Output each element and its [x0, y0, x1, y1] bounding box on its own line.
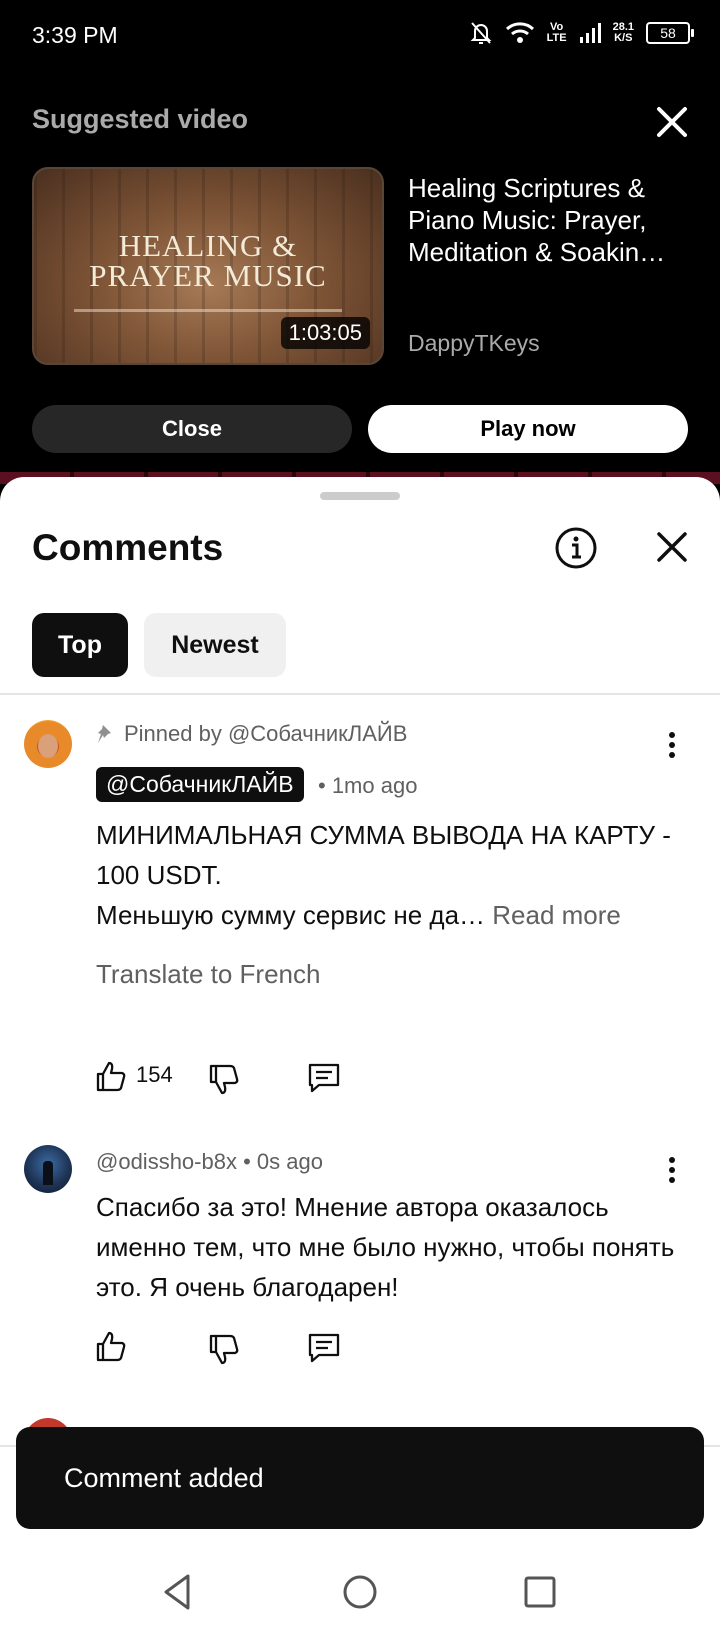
back-icon[interactable]: [154, 1568, 202, 1616]
avatar[interactable]: [24, 1145, 72, 1193]
pinned-by-text: Pinned by @СобачникЛАЙВ: [124, 721, 408, 746]
comment-author[interactable]: @СобачникЛАЙВ: [96, 767, 304, 802]
video-duration: 1:03:05: [280, 317, 370, 349]
status-time: 3:39 PM: [32, 22, 118, 48]
play-now-button[interactable]: Play now: [368, 405, 688, 453]
video-title[interactable]: Healing Scriptures & Piano Music: Prayer…: [408, 172, 688, 268]
suggested-heading: Suggested video: [32, 104, 249, 134]
read-more-link[interactable]: Read more: [492, 900, 621, 930]
divider: [0, 693, 720, 695]
like-count: 154: [136, 1062, 173, 1087]
comments-title: Comments: [32, 527, 224, 568]
dislike-icon[interactable]: [207, 1063, 241, 1097]
wifi-icon: [505, 22, 534, 43]
info-icon[interactable]: [553, 525, 599, 571]
like-icon[interactable]: [94, 1329, 128, 1363]
close-icon[interactable]: [650, 525, 694, 569]
comments-sheet: Comments Top Newest Pinned by @СобачникЛ…: [0, 477, 720, 1544]
suggested-video-panel: Suggested video HEALING & PRAYER MUSIC 1:…: [0, 72, 720, 472]
reply-icon[interactable]: [307, 1061, 341, 1095]
close-icon[interactable]: [650, 100, 694, 144]
more-options-icon[interactable]: [660, 730, 684, 760]
status-icons: Vo LTE 28.1 K/S 58: [469, 20, 694, 46]
toast-message: Comment added: [16, 1427, 704, 1529]
pinned-label: Pinned by @СобачникЛАЙВ: [96, 721, 407, 747]
video-thumbnail[interactable]: HEALING & PRAYER MUSIC 1:03:05: [32, 167, 384, 365]
drag-handle[interactable]: [320, 492, 400, 500]
thumbnail-text: HEALING & PRAYER MUSIC: [89, 228, 327, 293]
status-bar: 3:39 PM Vo LTE 28.1 K/S 58: [0, 0, 720, 72]
comment-text: Спасибо за это! Мнение автора оказалось …: [96, 1192, 675, 1302]
close-button[interactable]: Close: [32, 405, 352, 453]
battery-indicator: 58: [646, 22, 694, 44]
translate-link[interactable]: Translate to French: [96, 959, 320, 990]
signal-icon: [579, 23, 601, 43]
chip-newest[interactable]: Newest: [144, 613, 286, 677]
avatar[interactable]: [24, 720, 72, 768]
system-nav-bar: [0, 1544, 720, 1640]
like-icon[interactable]: [94, 1059, 128, 1093]
pin-icon: [98, 725, 111, 743]
volte-indicator: Vo LTE: [546, 21, 567, 44]
home-icon[interactable]: [336, 1568, 384, 1616]
more-options-icon[interactable]: [660, 1155, 684, 1185]
chip-top[interactable]: Top: [32, 613, 128, 677]
comment-meta[interactable]: @odissho-b8x • 0s ago: [96, 1149, 323, 1175]
network-speed: 28.1 K/S: [612, 21, 634, 44]
video-channel[interactable]: DappyTKeys: [408, 330, 540, 357]
recents-icon[interactable]: [516, 1568, 564, 1616]
dislike-icon[interactable]: [207, 1333, 241, 1367]
comment-text: МИНИМАЛЬНАЯ СУММА ВЫВОДА НА КАРТУ - 100 …: [96, 820, 671, 930]
reply-icon[interactable]: [307, 1331, 341, 1365]
bell-off-icon: [470, 22, 492, 44]
comment-age: • 1mo ago: [318, 773, 418, 798]
